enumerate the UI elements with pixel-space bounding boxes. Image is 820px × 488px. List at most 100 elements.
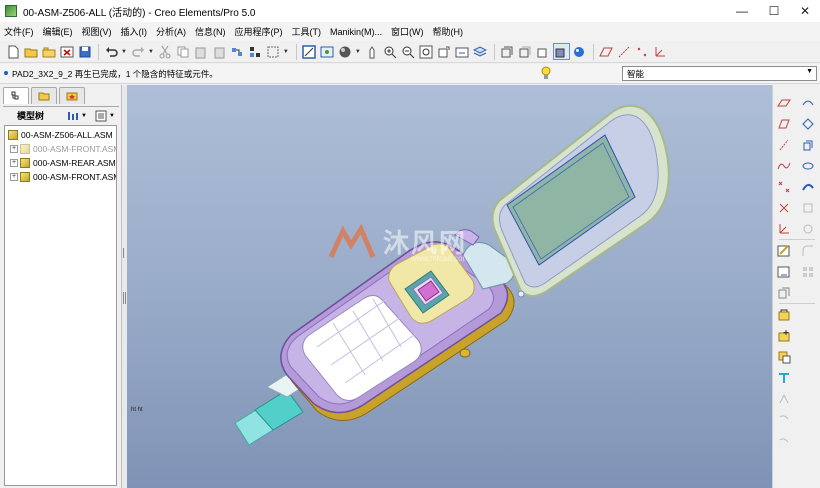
- expand-icon[interactable]: +: [10, 144, 18, 153]
- toolbar-divider: [295, 43, 297, 60]
- sketch-tool-icon[interactable]: [776, 243, 792, 259]
- shading-icon[interactable]: [552, 43, 570, 60]
- assemble-icon[interactable]: [776, 328, 792, 344]
- tree-show-button[interactable]: ▼: [95, 109, 117, 123]
- zoom-out-icon[interactable]: [400, 43, 417, 60]
- lightbulb-icon[interactable]: [540, 66, 552, 81]
- menu-edit[interactable]: 编辑(E): [43, 25, 73, 38]
- pan-icon[interactable]: [364, 43, 381, 60]
- tree-settings-button[interactable]: ▼: [67, 109, 89, 123]
- splitter-grip[interactable]: [123, 292, 126, 304]
- datum-axis-toggle-icon[interactable]: [616, 43, 633, 60]
- round-icon[interactable]: [800, 243, 816, 259]
- refit-icon[interactable]: [418, 43, 435, 60]
- extrude-icon[interactable]: [800, 137, 816, 153]
- datum-point-icon[interactable]: [776, 179, 792, 195]
- menu-applications[interactable]: 应用程序(P): [235, 25, 283, 38]
- menu-help[interactable]: 帮助(H): [433, 25, 464, 38]
- sketched-point-icon[interactable]: [776, 200, 792, 216]
- selection-filter-dropdown[interactable]: 智能 ▼: [622, 66, 817, 81]
- regen-manager-icon[interactable]: [247, 43, 264, 60]
- flatten-icon[interactable]: [776, 433, 792, 449]
- curve-icon[interactable]: [776, 158, 792, 174]
- menu-insert[interactable]: 插入(I): [121, 25, 148, 38]
- csys-toggle-icon[interactable]: [652, 43, 669, 60]
- wrap-icon[interactable]: [776, 412, 792, 428]
- navigator-tabs: [3, 87, 87, 105]
- hole-icon[interactable]: [800, 221, 816, 237]
- select-box-icon[interactable]: [265, 43, 282, 60]
- revolve-icon[interactable]: [800, 158, 816, 174]
- regenerate-icon[interactable]: [229, 43, 246, 60]
- appearance-icon[interactable]: [319, 43, 336, 60]
- new-file-icon[interactable]: [4, 43, 21, 60]
- menu-view[interactable]: 视图(V): [82, 25, 112, 38]
- tree-item-root[interactable]: 00-ASM-Z506-ALL.ASM: [8, 128, 113, 141]
- sphere-dropdown-icon[interactable]: ▼: [355, 49, 361, 55]
- merge-icon[interactable]: [776, 391, 792, 407]
- plane-icon[interactable]: [776, 116, 792, 132]
- sphere-icon[interactable]: [337, 43, 354, 60]
- cut-icon[interactable]: [157, 43, 174, 60]
- datum-plane-toggle-icon[interactable]: [598, 43, 615, 60]
- menu-manikin[interactable]: Manikin(M)...: [330, 27, 382, 37]
- surface-icon[interactable]: [800, 95, 816, 111]
- saved-views-icon[interactable]: [454, 43, 471, 60]
- layers-icon[interactable]: [472, 43, 489, 60]
- redo-dropdown-icon[interactable]: ▼: [148, 49, 154, 55]
- offset-icon[interactable]: [800, 116, 816, 132]
- splitter-grip[interactable]: [123, 248, 126, 258]
- folder-icon[interactable]: [40, 43, 57, 60]
- tree-item-front[interactable]: + 000-ASM-FRONT.ASM: [10, 170, 116, 183]
- expand-icon[interactable]: +: [10, 158, 18, 167]
- minimize-button[interactable]: —: [726, 0, 758, 22]
- tab-favorites[interactable]: [59, 87, 85, 104]
- redo-icon[interactable]: [130, 43, 147, 60]
- close-window-icon[interactable]: [58, 43, 75, 60]
- zoom-in-icon[interactable]: [382, 43, 399, 60]
- wireframe-icon[interactable]: [499, 43, 516, 60]
- expand-icon[interactable]: +: [10, 172, 18, 181]
- datum-plane-icon[interactable]: [776, 95, 792, 111]
- undo-dropdown-icon[interactable]: ▼: [121, 49, 127, 55]
- menu-analysis[interactable]: 分析(A): [156, 25, 186, 38]
- maximize-button[interactable]: ☐: [758, 0, 790, 22]
- menu-tools[interactable]: 工具(T): [292, 25, 322, 38]
- datum-point-toggle-icon[interactable]: [634, 43, 651, 60]
- menu-window[interactable]: 窗口(W): [391, 25, 424, 38]
- trim-icon[interactable]: [776, 370, 792, 386]
- axis-icon[interactable]: [776, 137, 792, 153]
- copy-feature-icon[interactable]: [776, 285, 792, 301]
- favorites-icon: [66, 92, 78, 101]
- open-icon[interactable]: [22, 43, 39, 60]
- pattern-icon[interactable]: [800, 264, 816, 280]
- app-icon: [5, 5, 17, 17]
- paste-icon[interactable]: [193, 43, 210, 60]
- save-icon[interactable]: [76, 43, 93, 60]
- phone-3d-model[interactable]: [127, 85, 772, 488]
- sketch-icon[interactable]: [301, 43, 318, 60]
- select-dropdown-icon[interactable]: ▼: [283, 49, 289, 55]
- csys-icon[interactable]: [776, 221, 792, 237]
- graphics-window[interactable]: 沐风网 www.mfcad.com ht ht: [127, 85, 772, 488]
- component-icon[interactable]: [776, 307, 792, 323]
- hidden-line-icon[interactable]: [517, 43, 534, 60]
- menu-info[interactable]: 信息(N): [195, 25, 226, 38]
- blend-icon[interactable]: [800, 200, 816, 216]
- no-hidden-icon[interactable]: [535, 43, 552, 60]
- tree-item-front-suppressed[interactable]: + 000-ASM-FRONT.ASM: [10, 142, 116, 155]
- edit-sketch-icon[interactable]: [776, 264, 792, 280]
- close-button[interactable]: ✕: [789, 0, 820, 22]
- tab-model-tree[interactable]: [3, 87, 29, 104]
- paste-special-icon[interactable]: [211, 43, 228, 60]
- copy-icon[interactable]: [175, 43, 192, 60]
- menu-file[interactable]: 文件(F): [4, 25, 34, 38]
- main-toolbar: ▼ ▼ ▼ ▼: [0, 41, 820, 63]
- reorient-icon[interactable]: [436, 43, 453, 60]
- tab-folder-browser[interactable]: [31, 87, 57, 104]
- tree-item-rear[interactable]: + 000-ASM-REAR.ASM: [10, 156, 116, 169]
- undo-icon[interactable]: [103, 43, 120, 60]
- model-display-icon[interactable]: [571, 43, 588, 60]
- create-component-icon[interactable]: [776, 349, 792, 365]
- sweep-icon[interactable]: [800, 179, 816, 195]
